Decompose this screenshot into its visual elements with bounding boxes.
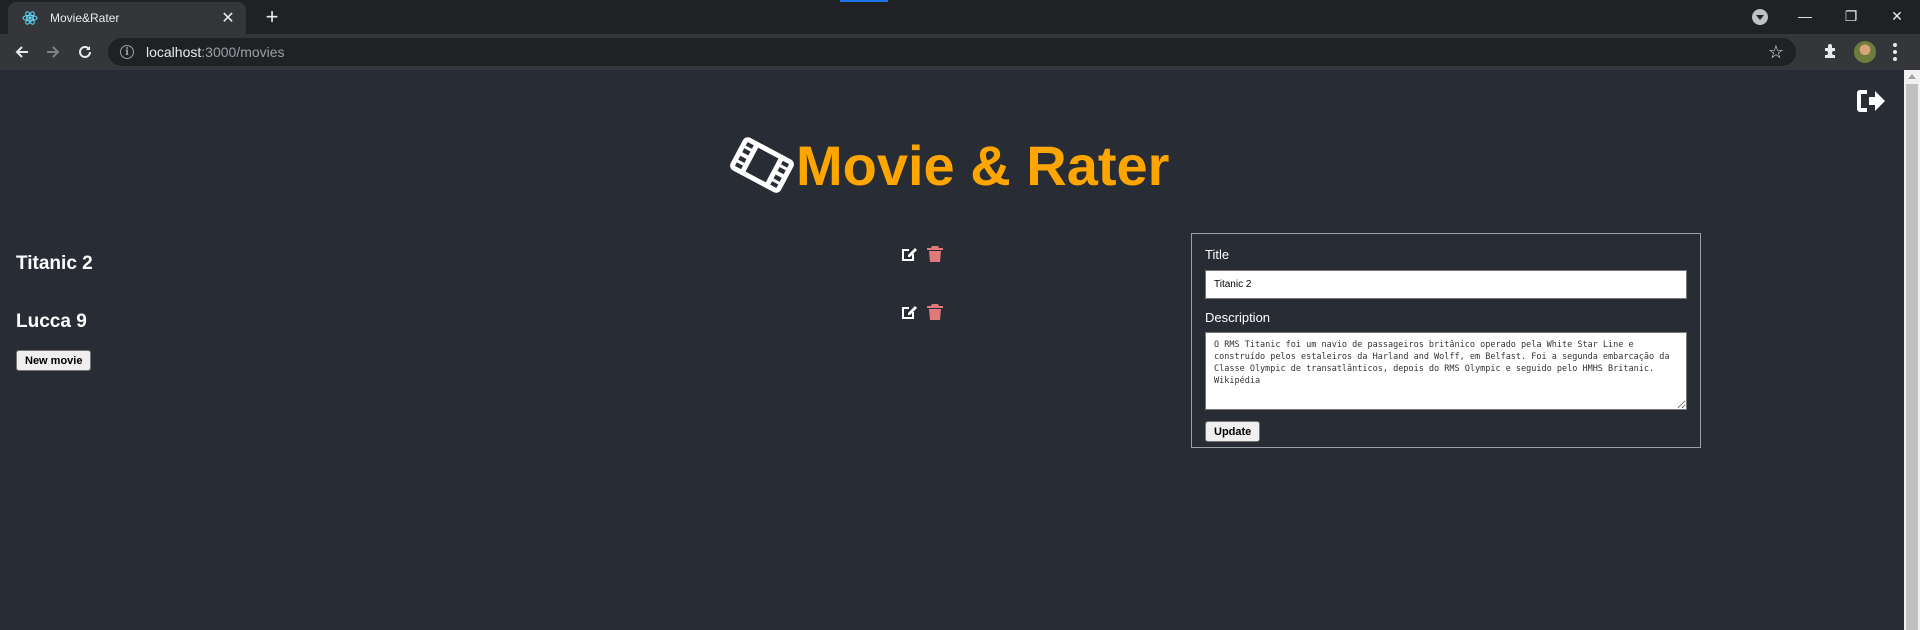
reload-icon xyxy=(79,45,91,58)
movie-list-item: Titanic 2 xyxy=(16,253,93,275)
browser-tab-bar: Movie&Rater ✕ + — ❐ ✕ xyxy=(0,0,1920,34)
restore-button[interactable]: ❐ xyxy=(1828,0,1874,32)
site-info-icon[interactable]: i xyxy=(120,45,134,59)
title-input[interactable] xyxy=(1205,270,1687,299)
new-movie-button[interactable]: New movie xyxy=(16,350,92,371)
trash-icon[interactable] xyxy=(926,303,944,321)
movie-title[interactable]: Titanic 2 xyxy=(16,253,93,274)
browser-menu-icon[interactable] xyxy=(1893,43,1897,61)
reload-button[interactable] xyxy=(73,40,97,64)
address-bar[interactable]: i localhost:3000/movies ☆ xyxy=(108,38,1796,66)
arrow-left-icon xyxy=(15,46,28,58)
description-textarea[interactable]: O RMS Titanic foi um navio de passageiro… xyxy=(1205,332,1687,410)
tab-search-icon[interactable] xyxy=(1752,9,1768,25)
scroll-up-arrow-icon[interactable] xyxy=(1908,74,1916,79)
extensions-puzzle-icon[interactable] xyxy=(1822,42,1840,60)
description-label: Description xyxy=(1205,310,1271,325)
trash-icon[interactable] xyxy=(926,245,944,263)
edit-icon[interactable] xyxy=(900,245,918,263)
edit-icon[interactable] xyxy=(900,303,918,321)
forward-button[interactable] xyxy=(41,40,65,64)
loading-indicator xyxy=(840,0,888,2)
close-window-button[interactable]: ✕ xyxy=(1874,0,1920,32)
movie-title[interactable]: Lucca 9 xyxy=(16,311,87,332)
browser-tab[interactable]: Movie&Rater ✕ xyxy=(8,2,246,34)
back-button[interactable] xyxy=(10,40,34,64)
scrollbar-thumb[interactable] xyxy=(1906,84,1918,630)
tab-title: Movie&Rater xyxy=(50,11,120,25)
movie-list-item: Lucca 9 xyxy=(16,311,87,333)
url-host: localhost xyxy=(146,44,202,60)
react-favicon-icon xyxy=(22,10,38,26)
minimize-button[interactable]: — xyxy=(1782,0,1828,32)
arrow-right-icon xyxy=(47,46,60,58)
movie-row-actions xyxy=(900,245,944,263)
film-icon xyxy=(730,137,794,193)
url-path: :3000/movies xyxy=(201,44,285,60)
browser-toolbar: i localhost:3000/movies ☆ xyxy=(0,34,1920,70)
tab-close-icon[interactable]: ✕ xyxy=(220,8,236,28)
new-tab-button[interactable]: + xyxy=(260,6,284,30)
bookmark-star-icon[interactable]: ☆ xyxy=(1768,42,1784,63)
app-header: Movie & Rater xyxy=(730,130,1169,200)
update-button[interactable]: Update xyxy=(1205,421,1261,442)
movie-row-actions xyxy=(900,303,944,321)
title-label: Title xyxy=(1205,247,1230,262)
profile-avatar[interactable] xyxy=(1854,41,1876,63)
sign-out-icon[interactable] xyxy=(1855,87,1887,115)
movie-edit-form: Title Description O RMS Titanic foi um n… xyxy=(1191,233,1701,448)
page-title: Movie & Rater xyxy=(796,133,1170,197)
